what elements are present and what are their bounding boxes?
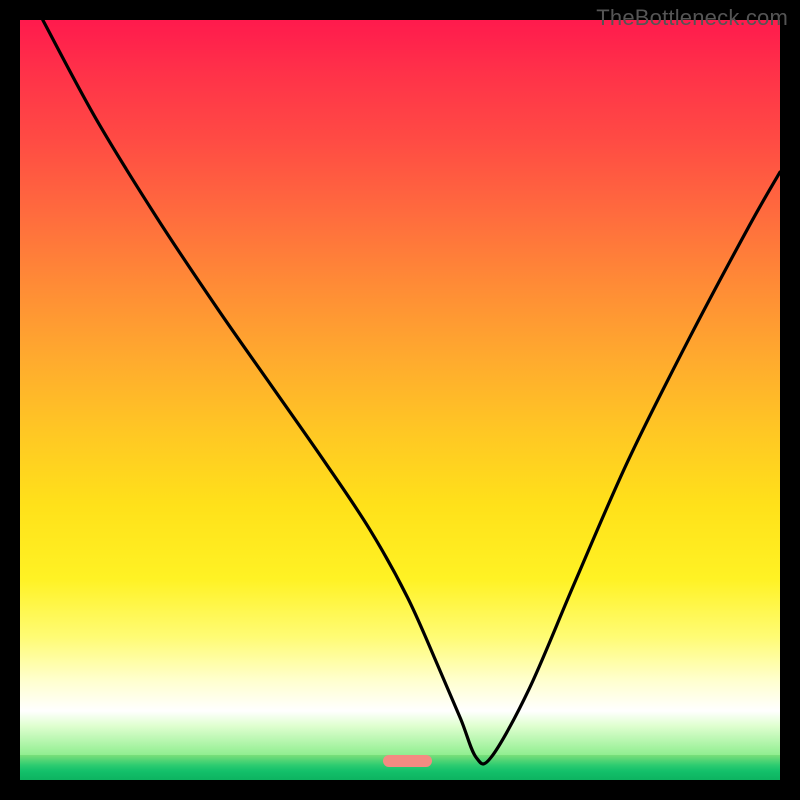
plot-area xyxy=(20,20,780,780)
watermark-text: TheBottleneck.com xyxy=(596,5,788,31)
bottleneck-curve xyxy=(20,20,780,780)
chart-frame: TheBottleneck.com xyxy=(0,0,800,800)
optimal-marker xyxy=(383,755,432,767)
